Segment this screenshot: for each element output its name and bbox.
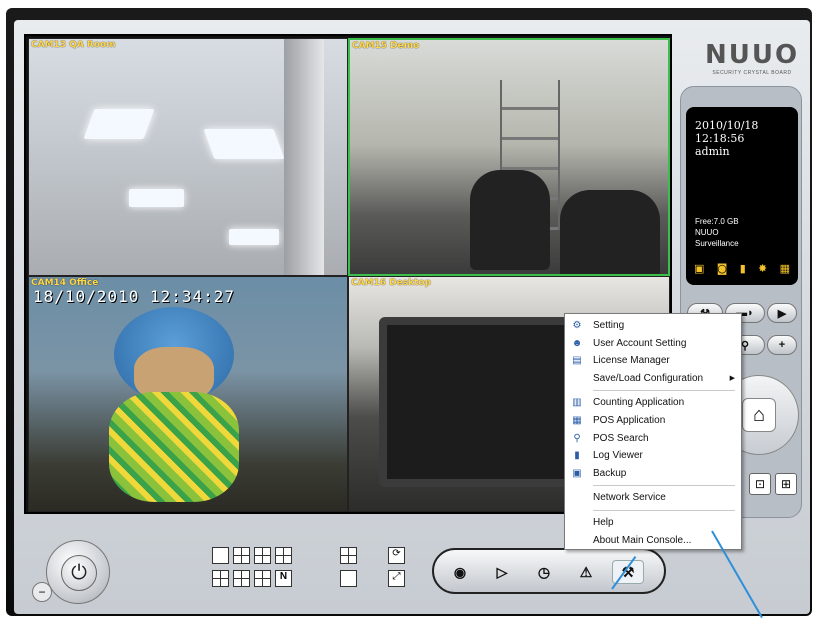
schedule-icon[interactable]: ◷ [528,560,560,584]
layout-25-button[interactable] [340,547,357,564]
record-icon[interactable]: ◉ [444,560,476,584]
bottom-toolbar: ◉ ▷ ◷ ⚠ ⚒ [432,548,666,594]
status-date: 2010/10/18 [695,119,759,132]
menu-separator [593,485,735,487]
menu-item-license-manager[interactable]: ▤ License Manager [565,352,741,370]
menu-item-save-load-config[interactable]: Save/Load Configuration ▶ [565,370,741,388]
pillar [284,39,324,275]
status-free-space: Free:7.0 GB [695,217,739,226]
counting-icon: ▥ [572,397,582,409]
menu-item-pos-app[interactable]: ▦ POS Application [565,412,741,430]
menu-item-user-account[interactable]: ☻ User Account Setting [565,335,741,353]
status-brand: NUUO [695,228,719,237]
layout-36-button[interactable] [340,570,357,587]
ceiling-light [203,129,285,159]
alert-icon[interactable]: ⚠ [570,560,602,584]
ceiling-light [83,109,155,139]
config-menu: ⚙ Setting ☻ User Account Setting ▤ License … [564,313,742,550]
camera-timestamp: 18/10/2010 12:34:27 [33,287,236,306]
io-status-icon[interactable]: ▮ [740,262,746,275]
ceiling-light [229,229,279,245]
menu-item-pos-search[interactable]: ⚲ POS Search [565,430,741,448]
camera-view-demo[interactable]: CAM15 Demo [348,38,670,276]
status-icons: ▣ ◙ ▮ ✸ ▦ [694,262,790,275]
power-button[interactable]: ⏻ [46,540,110,604]
menu-item-network-service[interactable]: Network Service [565,489,741,507]
submenu-arrow-icon: ▶ [729,374,735,382]
camera-label: CAM16 Desktop [351,278,432,288]
home-icon[interactable]: ⌂ [742,398,776,432]
fullscreen-icon[interactable]: ⤢ [388,570,405,587]
playback-icon[interactable]: ▷ [486,560,518,584]
network-status-icon[interactable]: ✸ [758,262,767,275]
logo-tagline: SECURITY CRYSTAL BOARD [712,70,792,76]
license-icon: ▤ [572,355,582,367]
log-icon: ▮ [574,450,580,462]
menu-separator [593,390,735,392]
pos-search-icon: ⚲ [573,432,581,444]
camera-view-qa-room[interactable]: CAM13 QA Room [28,38,348,276]
power-icon: ⏻ [61,555,97,591]
logo-text: NUUO [704,40,800,70]
ceiling-light [129,189,184,207]
play-icon[interactable]: ▶ [767,303,797,323]
menu-separator [593,509,735,511]
pos-icon: ▦ [572,414,582,426]
office-chair [470,170,550,270]
menu-item-log-viewer[interactable]: ▮ Log Viewer [565,447,741,465]
layout-13-button[interactable] [233,570,250,587]
plus-icon[interactable]: + [767,335,797,355]
auto-scan-icon[interactable]: ⟳ [388,547,405,564]
status-product: Surveillance [695,239,739,248]
layout-4-button[interactable] [233,547,250,564]
layout-10-button[interactable] [212,570,229,587]
keyboard-status-icon[interactable]: ▦ [780,262,790,275]
status-time: 12:18:56 [695,132,745,145]
camera-label: CAM15 Demo [352,41,420,51]
menu-item-backup[interactable]: ▣ Backup [565,465,741,483]
menu-item-setting[interactable]: ⚙ Setting [565,317,741,335]
gear-icon: ⚙ [572,320,582,331]
minimize-button[interactable]: − [32,582,52,602]
backup-icon: ▣ [572,467,582,479]
layout-custom-button[interactable]: N [275,570,292,587]
brand-logo: NUUO SECURITY CRYSTAL BOARD [704,40,800,76]
zoom-out-icon[interactable]: ⊡ [749,473,771,495]
camera-view-office[interactable]: CAM14 Office 18/10/2010 12:34:27 [28,276,348,512]
layout-16-button[interactable] [254,570,271,587]
layout-6-button[interactable] [254,547,271,564]
status-user: admin [695,145,730,158]
bear-body [109,392,239,502]
record-status-icon[interactable]: ◙ [717,262,728,275]
menu-item-counting-app[interactable]: ▥ Counting Application [565,394,741,412]
menu-item-help[interactable]: Help [565,514,741,532]
zoom-in-icon[interactable]: ⊞ [775,473,797,495]
camera-label: CAM13 QA Room [31,40,116,50]
layout-9-button[interactable] [275,547,292,564]
office-chair [560,190,660,274]
monitor-status-icon[interactable]: ▣ [694,262,704,275]
user-icon: ☻ [571,337,583,349]
status-display: 2010/10/18 12:18:56 admin Free:7.0 GB NU… [686,107,798,285]
layout-1-button[interactable] [212,547,229,564]
